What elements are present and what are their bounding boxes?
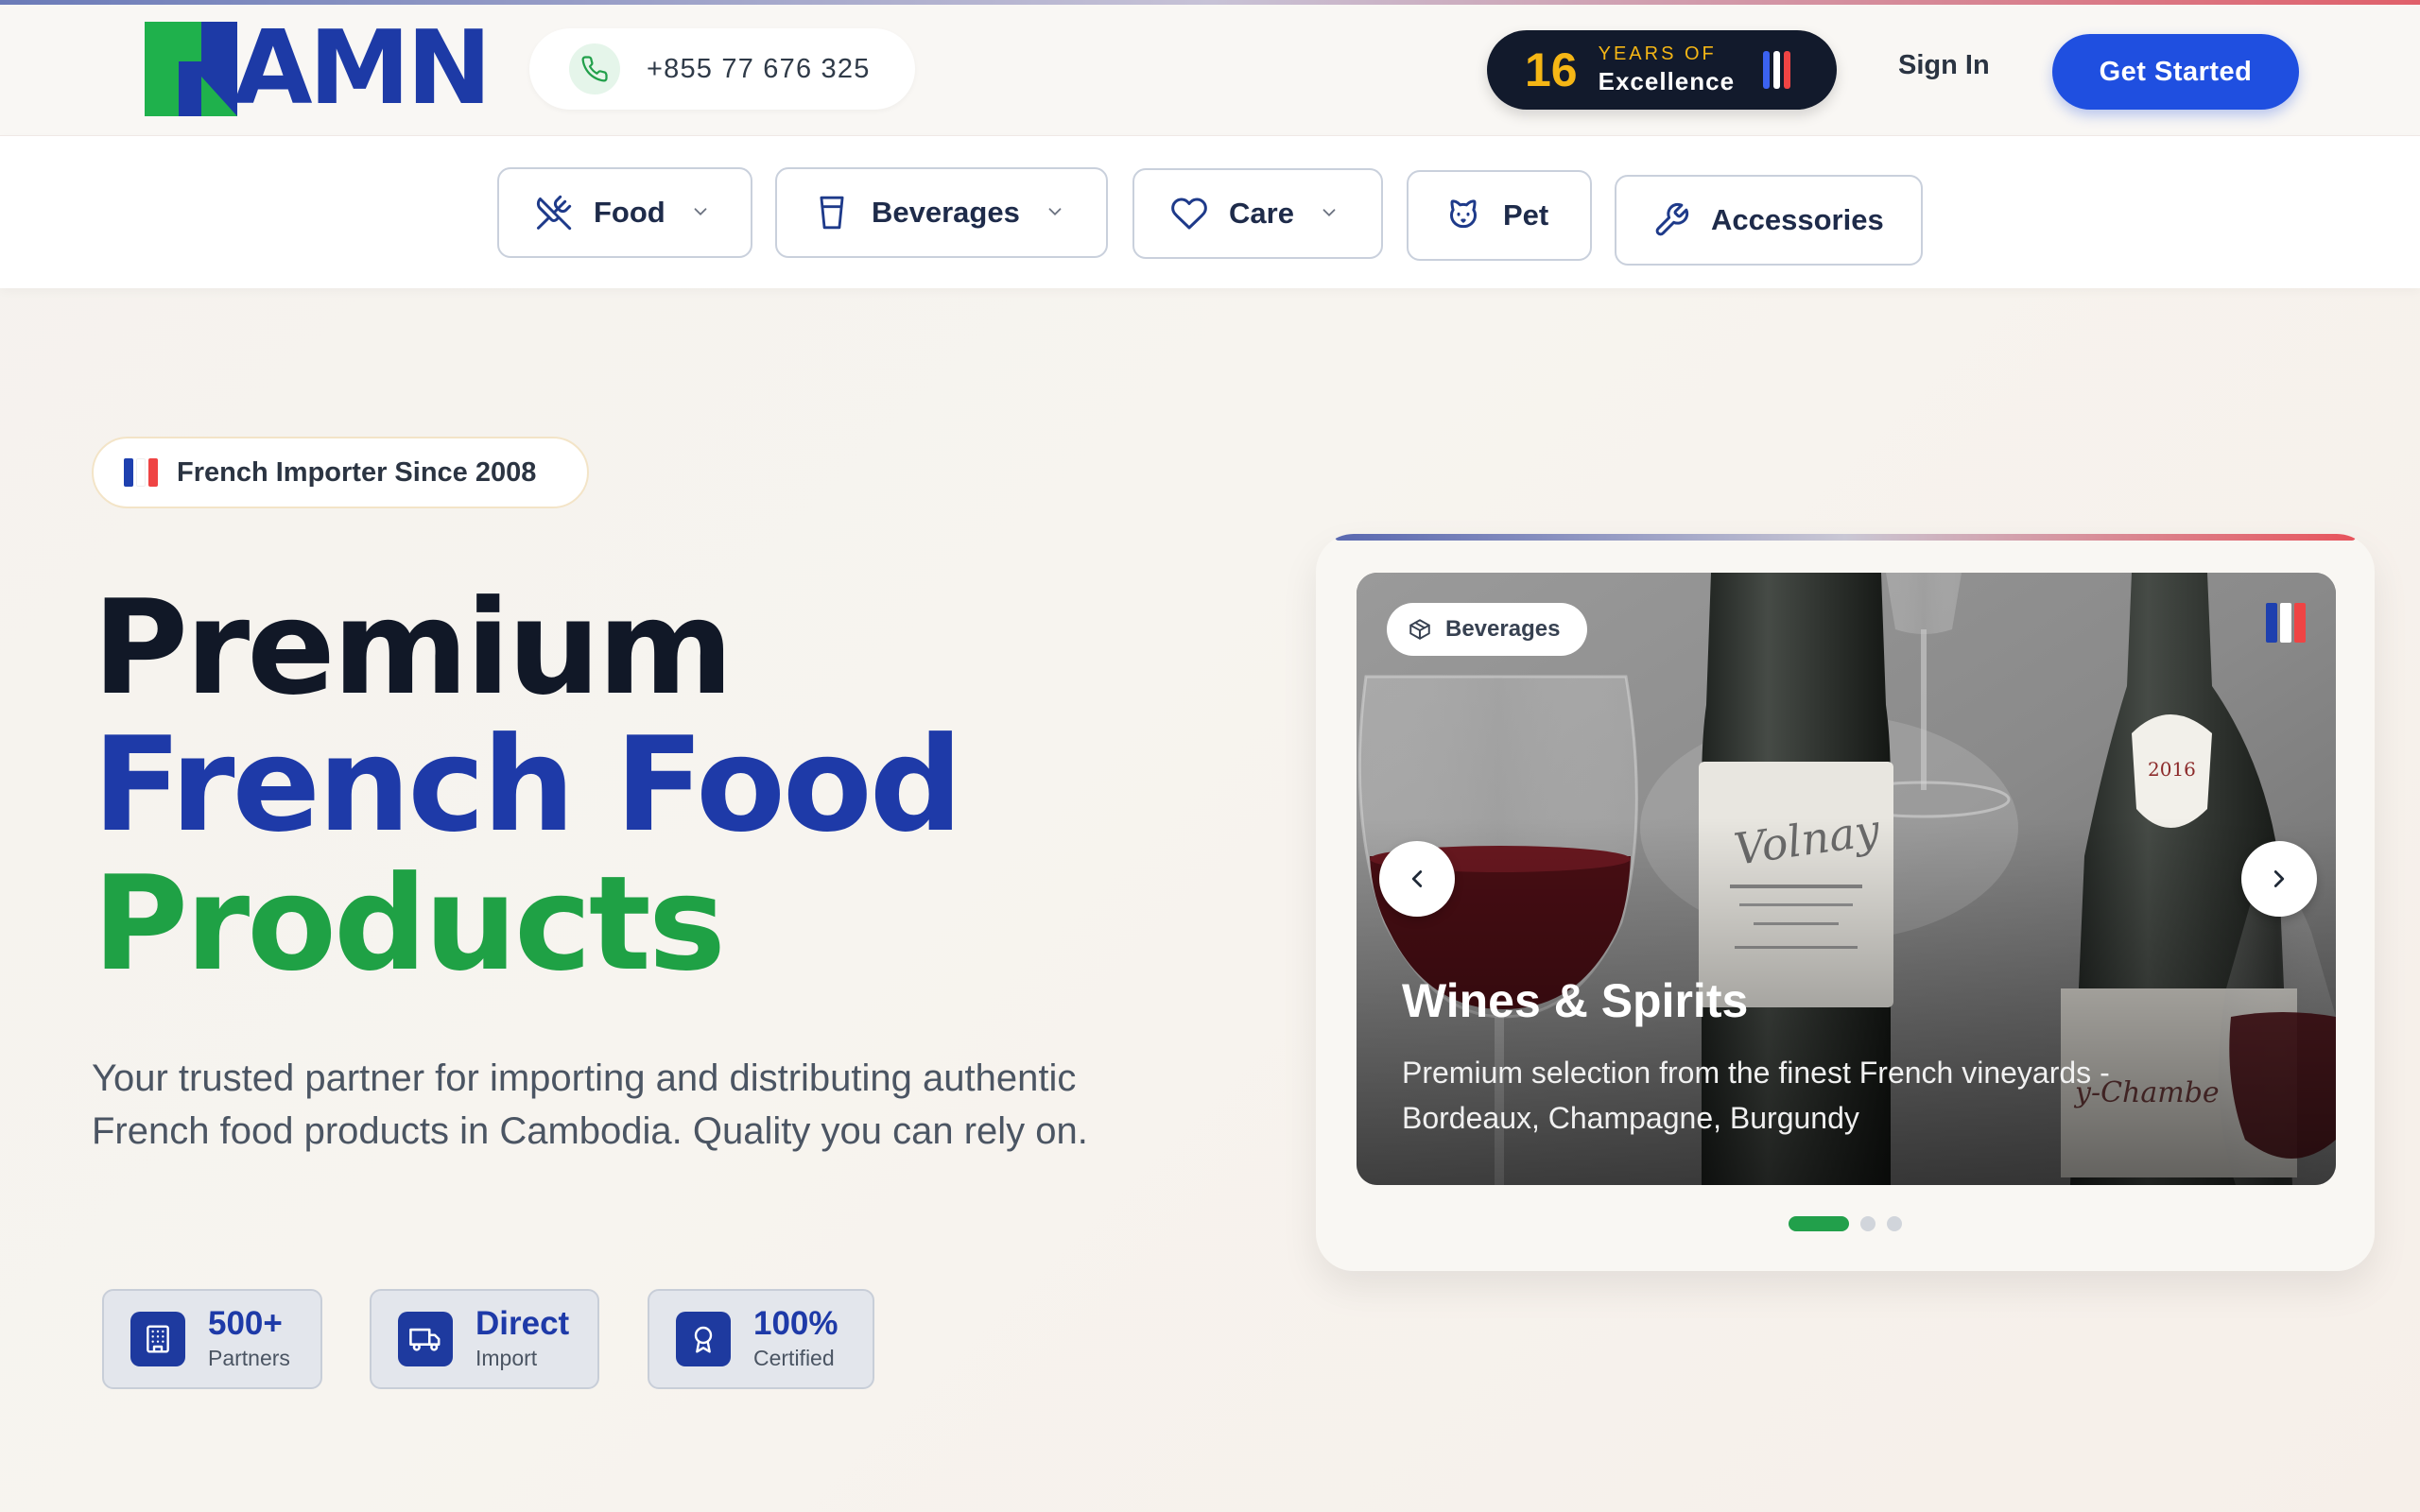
chevron-down-icon [690,196,711,230]
stat-value: 500+ [208,1305,283,1342]
site-header: AMN +855 77 676 325 16 YEARS OF Excellen… [0,5,2420,135]
chevron-right-icon [2273,870,2285,887]
carousel-dot[interactable] [1860,1216,1876,1231]
stat-import: Direct Import [370,1289,599,1389]
stat-value: 100% [753,1305,838,1342]
utensils-icon [535,194,573,232]
category-label: Beverages [872,196,1020,229]
carousel-dot[interactable] [1887,1216,1902,1231]
years-number: 16 [1525,43,1578,96]
award-icon [676,1312,731,1366]
chevron-down-icon [1319,197,1340,231]
stat-value: Direct [475,1305,570,1342]
stat-label: Import [475,1346,538,1370]
carousel-prev-button[interactable] [1379,841,1455,917]
phone-contact[interactable]: +855 77 676 325 [529,28,915,110]
category-label: Food [594,196,666,229]
stat-partners: 500+ Partners [102,1289,322,1389]
french-flag-icon [1763,51,1791,89]
carousel-dot[interactable] [1789,1216,1849,1231]
cup-icon [813,194,851,232]
hero-title-line-1: Premium [93,572,734,724]
card-accent-strip [1335,534,2356,541]
years-caption: YEARS OF [1598,43,1717,64]
category-nav: Food Beverages Care Pet Accessories [0,135,2420,288]
truck-icon [398,1312,453,1366]
phone-icon [569,43,620,94]
category-label: Accessories [1711,203,1884,236]
category-accessories[interactable]: Accessories [1615,175,1923,266]
building-icon [130,1312,185,1366]
french-flag-icon [124,458,158,487]
wrench-icon [1652,201,1690,239]
category-label: Care [1229,197,1294,230]
hero-title-line-2: French Food [93,709,963,861]
featured-carousel: Volnay 2016 y-Chambe [1316,534,2375,1271]
stat-certified: 100% Certified [648,1289,874,1389]
logo-mark-icon [145,22,237,116]
chevron-down-icon [1045,196,1065,230]
stat-label: Certified [753,1346,835,1370]
carousel-next-button[interactable] [2241,841,2317,917]
package-icon [1408,617,1432,642]
category-care[interactable]: Care [1132,168,1383,259]
years-excellence-badge: 16 YEARS OF Excellence [1487,30,1837,110]
slide-description: Premium selection from the finest French… [1402,1056,2110,1135]
category-food[interactable]: Food [497,167,752,258]
category-pet[interactable]: Pet [1407,170,1592,261]
slide-title: Wines & Spirits [1402,974,1749,1027]
brand-logo[interactable]: AMN [145,18,492,120]
importer-since-text: French Importer Since 2008 [177,456,537,488]
hero-title-line-3: Products [93,848,726,1000]
hero-description: Your trusted partner for importing and d… [92,1057,1088,1152]
slide-category-badge: Beverages [1387,603,1587,656]
phone-number: +855 77 676 325 [647,53,871,84]
importer-since-badge: French Importer Since 2008 [92,437,589,508]
slide-category-label: Beverages [1445,616,1561,642]
excellence-caption: Excellence [1598,67,1736,95]
logo-text: AMN [233,9,492,128]
heart-icon [1170,195,1208,232]
carousel-indicators [1316,1216,2375,1231]
sign-in-link[interactable]: Sign In [1898,50,1990,81]
category-beverages[interactable]: Beverages [775,167,1108,258]
category-label: Pet [1503,198,1549,232]
stat-label: Partners [208,1346,290,1370]
get-started-button[interactable]: Get Started [2052,34,2299,110]
carousel-slide[interactable]: Volnay 2016 y-Chambe [1357,573,2336,1185]
french-flag-icon [2266,603,2306,643]
cat-icon [1444,197,1482,234]
chevron-left-icon [1411,870,1423,887]
